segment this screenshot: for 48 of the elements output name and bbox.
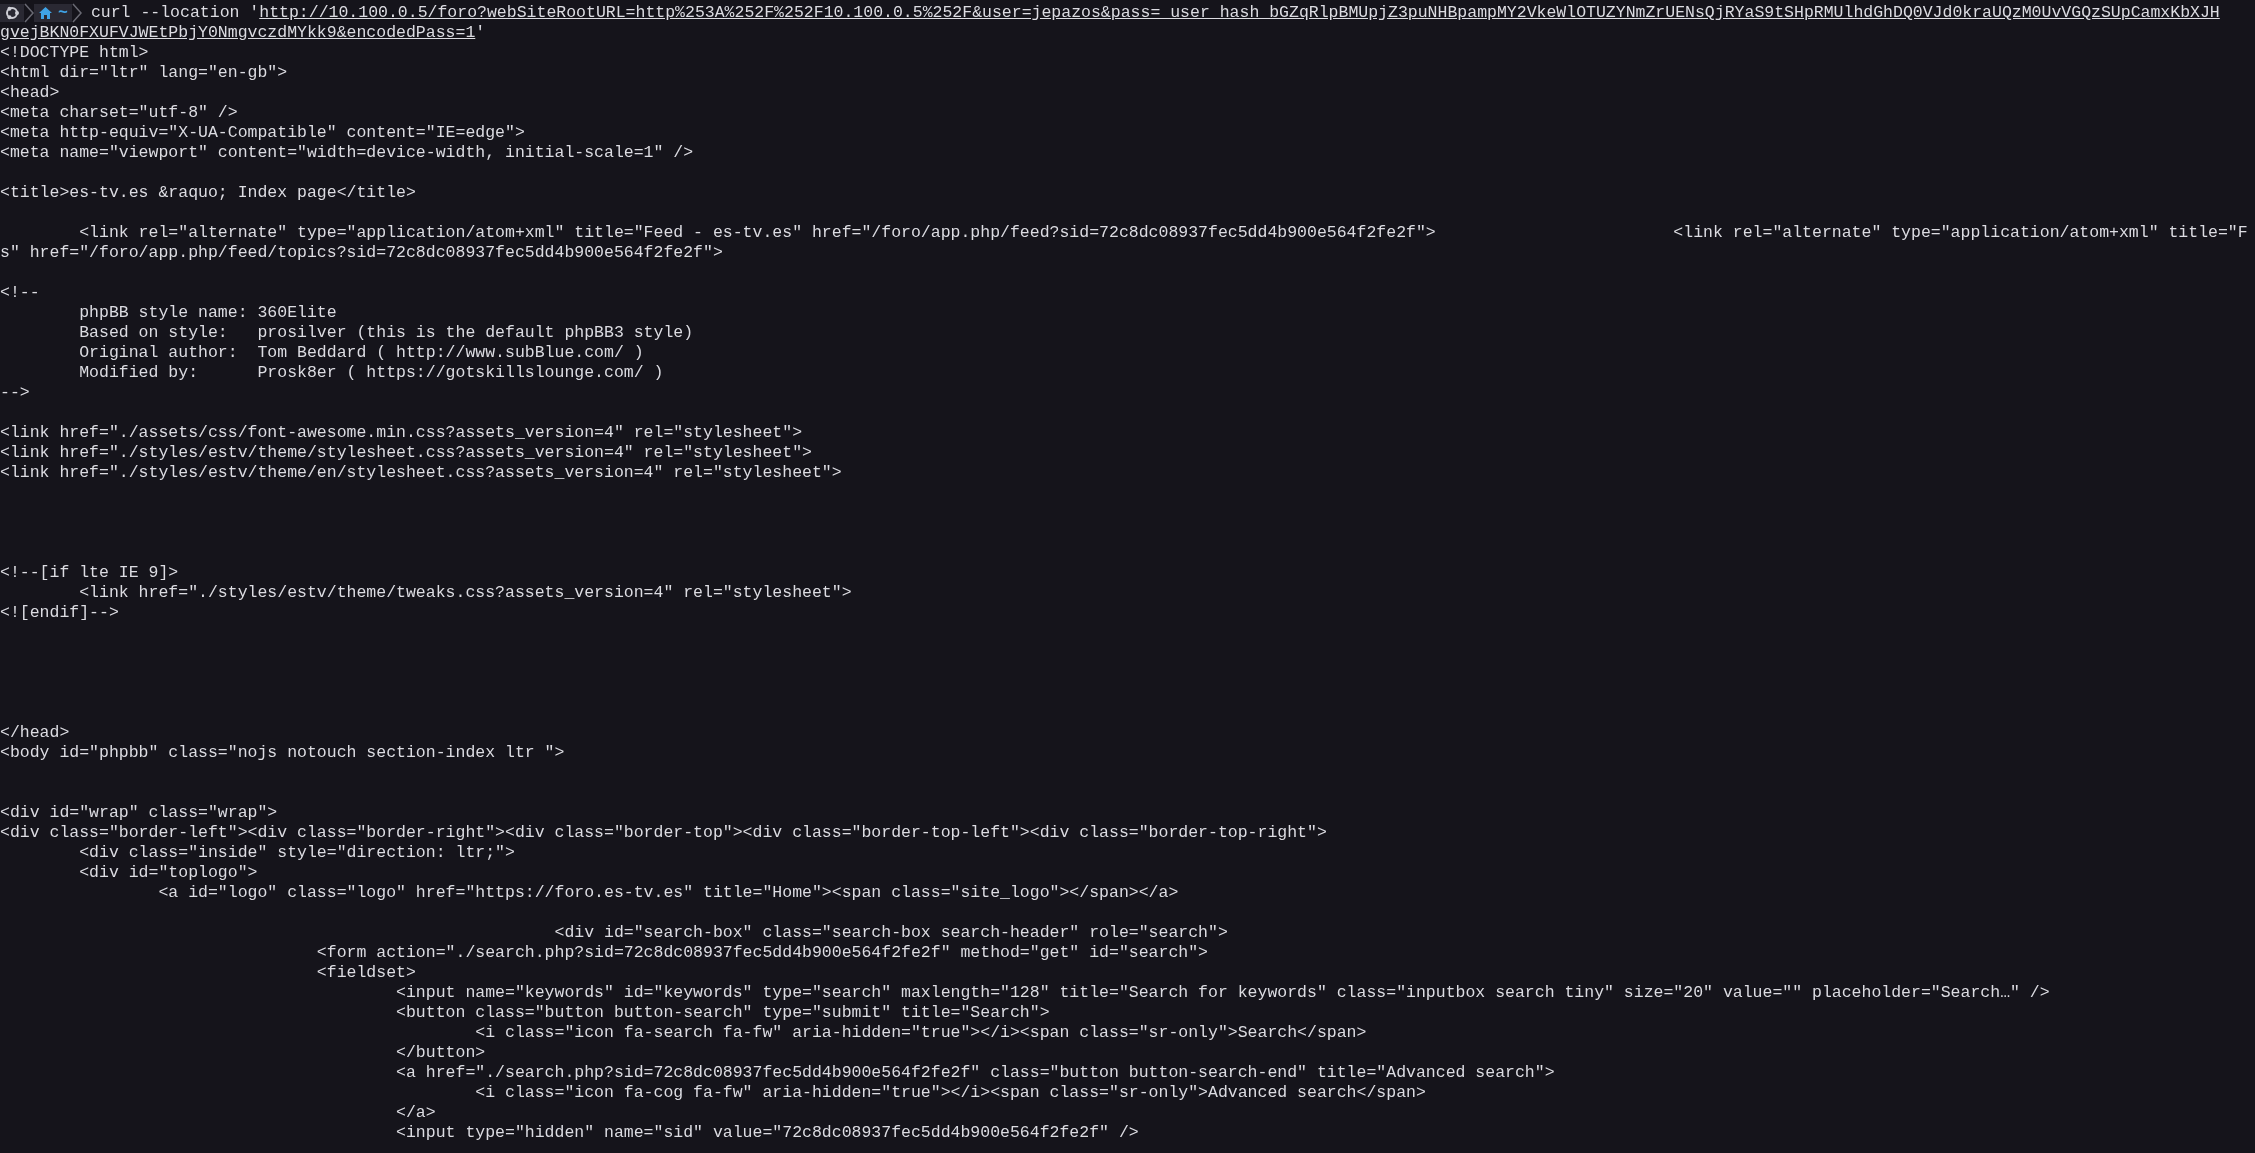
code-line: <form action="./search.php?sid=72c8dc08937fec5dd4b900e564f2fe2f" method="get" id="search"> bbox=[315, 943, 1208, 963]
code-line: <i class="icon fa-cog fa-fw" aria-hidden="true"></i><span class="sr-only">Advanced search</span> bbox=[474, 1083, 1426, 1103]
code-line: <input name="keywords" id="keywords" type="search" maxlength="128" title="Search for keywords" class="inputbox search tiny" size="20" value="" placeholder="Search…" /> bbox=[395, 983, 2050, 1003]
code-line: <link href="./styles/estv/theme/stylesheet.css?assets_version=4" rel="stylesheet"> bbox=[0, 443, 812, 463]
code-line: phpBB style name: 360Elite bbox=[78, 303, 337, 323]
code-line: Modified by: Prosk8er ( https://gotskillslounge.com/ ) bbox=[78, 363, 664, 383]
code-line: <input type="hidden" name="sid" value="72c8dc08937fec5dd4b900e564f2fe2f" /> bbox=[395, 1123, 1139, 1143]
url-link[interactable]: gvejBKN0FXUFVJWEtPbjY0NmgvczdMYkk9&encodedPass=1 bbox=[0, 23, 476, 43]
code-line: <link href="./assets/css/font-awesome.min.css?assets_version=4" rel="stylesheet"> bbox=[0, 423, 803, 443]
code-line: <div class="inside" style="direction: ltr;"> bbox=[78, 843, 515, 863]
code-line: </a> bbox=[395, 1103, 436, 1123]
code-line: <div class="border-left"><div class="border-right"><div class="border-top"><div class="border-top-left"><div class="border-top-right"> bbox=[0, 823, 1327, 843]
code-line: <a href="./search.php?sid=72c8dc08937fec5dd4b900e564f2fe2f" class="button button-search-end" title="Advanced search"> bbox=[395, 1063, 1555, 1083]
code-line: <![endif]--> bbox=[0, 603, 119, 623]
code-line: <fieldset> bbox=[315, 963, 416, 983]
house-icon bbox=[38, 6, 53, 20]
prompt-path: ~ bbox=[57, 3, 68, 23]
code-line: <div id="toplogo"> bbox=[78, 863, 258, 883]
code-line: <link rel="alternate" type="application/atom+xml" title="Feed - es-tv.es" href="/foro/app.php/feed?sid=72c8dc08937fec5dd4b900e564f2fe2f"> <link rel="alternate" type="application/atom+xml" title="F bbox=[78, 223, 2248, 243]
code-line: <html dir="ltr" lang="en-gb"> bbox=[0, 63, 288, 83]
code-line: Original author: Tom Beddard ( http://www.subBlue.com/ ) bbox=[78, 343, 644, 363]
ring-icon bbox=[4, 5, 20, 21]
code-line: <meta name="viewport" content="width=device-width, initial-scale=1" /> bbox=[0, 143, 694, 163]
command-text: curl --location ' bbox=[90, 3, 260, 23]
code-line: <!-- bbox=[0, 283, 40, 303]
code-line: <!DOCTYPE html> bbox=[0, 43, 149, 63]
code-line: <!--[if lte IE 9]> bbox=[0, 563, 179, 583]
code-line: <meta http-equiv="X-UA-Compatible" content="IE=edge"> bbox=[0, 123, 525, 143]
chevron-icon bbox=[71, 3, 82, 23]
code-line: <title>es-tv.es &raquo; Index page</title> bbox=[0, 183, 416, 203]
code-line: <link href="./styles/estv/theme/tweaks.css?assets_version=4" rel="stylesheet"> bbox=[78, 583, 852, 603]
code-line: <button class="button button-search" type="submit" title="Search"> bbox=[395, 1003, 1050, 1023]
chevron-icon bbox=[24, 3, 34, 23]
code-line: <div id="wrap" class="wrap"> bbox=[0, 803, 278, 823]
code-line: <a id="logo" class="logo" href="https://foro.es-tv.es" title="Home"><span class="site_logo"></span></a> bbox=[157, 883, 1179, 903]
code-line: s" href="/foro/app.php/feed/topics?sid=72c8dc08937fec5dd4b900e564f2fe2f"> bbox=[0, 243, 723, 263]
code-line: </head> bbox=[0, 723, 70, 743]
code-line: </button> bbox=[395, 1043, 486, 1063]
code-line: <body id="phpbb" class="nojs notouch section-index ltr "> bbox=[0, 743, 565, 763]
command-text: ' bbox=[475, 23, 486, 43]
code-line: <i class="icon fa-search fa-fw" aria-hidden="true"></i><span class="sr-only">Search</span> bbox=[474, 1023, 1367, 1043]
code-line: Based on style: prosilver (this is the default phpBB3 style) bbox=[78, 323, 694, 343]
code-line: <meta charset="utf-8" /> bbox=[0, 103, 238, 123]
code-line: <link href="./styles/estv/theme/en/stylesheet.css?assets_version=4" rel="stylesheet"> bbox=[0, 463, 842, 483]
code-line: --> bbox=[0, 383, 30, 403]
url-link[interactable]: http://10.100.0.5/foro?webSiteRootURL=http%253A%252F%252F10.100.0.5%252F&user=jepazos&pass=_user_hash_bGZqRlpBMUpjZ3puNHBpampMY2VkeWlOTUZYNmZrUENsQjRYaS9tSHpRMUlhdGhDQ0VJd0kraUQzM0UvVGQzSUpCamxKbXJH bbox=[259, 3, 2220, 23]
code-line: <div id="search-box" class="search-box search-header" role="search"> bbox=[553, 923, 1228, 943]
code-line: <head> bbox=[0, 83, 60, 103]
